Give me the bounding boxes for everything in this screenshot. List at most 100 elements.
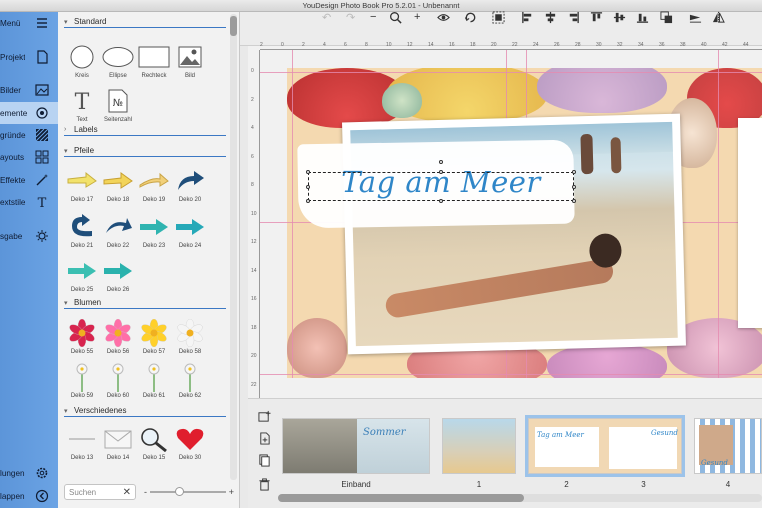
distribute-button[interactable]: [689, 9, 702, 25]
element-deko-flower[interactable]: Deko 61: [136, 362, 172, 402]
align-center-button[interactable]: [544, 9, 557, 25]
section-blumen-header[interactable]: ▾ Blumen: [64, 298, 226, 309]
strip-scroll-thumb[interactable]: [278, 494, 524, 502]
element-deko-arrow[interactable]: Deko 22: [100, 212, 136, 252]
align-left-button[interactable]: [521, 9, 534, 25]
rotate-button[interactable]: [464, 9, 477, 25]
sidebar-item-magic-wand[interactable]: Effekte: [0, 169, 58, 191]
element-deko-flower[interactable]: Deko 59: [64, 362, 100, 402]
element-deko-arrow[interactable]: Deko 19: [136, 166, 172, 206]
section-standard-header[interactable]: ▾ Standard: [64, 17, 226, 28]
sidebar-item-menu[interactable]: Menü: [0, 12, 58, 34]
section-labels-header[interactable]: › Labels: [64, 125, 226, 136]
sidebar-item-document[interactable]: Projekt: [0, 46, 58, 68]
element-deko-misc[interactable]: Deko 14: [100, 424, 136, 464]
element-deko-misc[interactable]: Deko 13: [64, 424, 100, 464]
insert-page-button[interactable]: [256, 430, 272, 446]
element-deko-arrow[interactable]: Deko 26: [100, 256, 136, 296]
align-bottom-button[interactable]: [636, 9, 649, 25]
clear-search-icon[interactable]: ✕: [123, 487, 131, 498]
menu-icon: [35, 16, 49, 30]
element-deko-flower[interactable]: Deko 60: [100, 362, 136, 402]
element-deko-arrow[interactable]: Deko 17: [64, 166, 100, 206]
element-deko-arrow[interactable]: Deko 18: [100, 166, 136, 206]
duplicate-page-button[interactable]: [256, 452, 272, 468]
resize-handle[interactable]: [439, 170, 443, 174]
element-page-number[interactable]: № Seitenzahl: [100, 86, 136, 126]
flower-icon: [100, 362, 136, 392]
element-deko-flower[interactable]: Deko 56: [100, 318, 136, 358]
element-deko-arrow[interactable]: Deko 25: [64, 256, 100, 296]
sidebar-item-collapse[interactable]: lappen: [0, 485, 58, 507]
zoom-fit-button[interactable]: [389, 9, 402, 25]
thumbnail-cover[interactable]: Sommer: [282, 418, 430, 474]
element-deko-misc[interactable]: Deko 30: [172, 424, 208, 464]
element-text[interactable]: T Text: [64, 86, 100, 126]
element-image[interactable]: Bild: [172, 42, 208, 82]
resize-handle[interactable]: [572, 199, 576, 203]
resize-handle[interactable]: [572, 185, 576, 189]
element-deko-arrow[interactable]: Deko 24: [172, 212, 208, 252]
thumbnail-page-4[interactable]: Gesund: [694, 418, 762, 474]
strip-scrollbar[interactable]: [278, 494, 762, 502]
tile-label: Deko 21: [70, 243, 94, 249]
sidebar-item-label: ayouts: [0, 152, 25, 162]
element-deko-arrow[interactable]: Deko 23: [136, 212, 172, 252]
sidebar-item-output[interactable]: sgabe: [0, 225, 58, 247]
section-pfeile-header[interactable]: ▾ Pfeile: [64, 146, 226, 157]
element-deko-arrow[interactable]: Deko 21: [64, 212, 100, 252]
element-ellipse[interactable]: Ellipse: [100, 42, 136, 82]
group-button[interactable]: [492, 9, 505, 25]
element-deko-arrow[interactable]: Deko 20: [172, 166, 208, 206]
zoom-knob[interactable]: [174, 487, 184, 496]
sidebar-item-settings[interactable]: lungen: [0, 462, 58, 484]
sidebar-item-layouts[interactable]: ayouts: [0, 146, 58, 168]
right-photo-frame[interactable]: [738, 118, 762, 328]
thumbnail-spread-2-3[interactable]: Tag am Meer Gesund: [525, 415, 685, 477]
sidebar-item-backgrounds[interactable]: gründe: [0, 124, 58, 146]
person-silhouette: [580, 133, 594, 175]
arrange-button[interactable]: [660, 9, 673, 25]
resize-handle[interactable]: [306, 170, 310, 174]
add-page-button[interactable]: [256, 408, 272, 424]
delete-page-button[interactable]: [256, 476, 272, 492]
element-circle[interactable]: Kreis: [64, 42, 100, 82]
element-deko-misc[interactable]: Deko 15: [136, 424, 172, 464]
element-deko-flower[interactable]: Deko 57: [136, 318, 172, 358]
sidebar-item-text-style[interactable]: extstile T: [0, 191, 58, 213]
flip-button[interactable]: [712, 9, 725, 25]
zoom-out-button[interactable]: −: [370, 9, 376, 25]
ruler-tick-label: 0: [281, 42, 284, 48]
rotate-handle[interactable]: [439, 160, 443, 164]
ruler-tick-label: 44: [743, 42, 749, 48]
resize-handle[interactable]: [572, 170, 576, 174]
resize-handle[interactable]: [306, 185, 310, 189]
search-input[interactable]: Suchen ✕: [64, 484, 136, 500]
panel-scrollbar[interactable]: [230, 14, 237, 480]
resize-handle[interactable]: [306, 199, 310, 203]
element-deko-flower[interactable]: Deko 62: [172, 362, 208, 402]
panel-scroll-thumb[interactable]: [230, 16, 237, 36]
tile-label: Deko 18: [106, 197, 130, 203]
align-right-button[interactable]: [567, 9, 580, 25]
zoom-track[interactable]: [150, 487, 226, 496]
element-rectangle[interactable]: Rechteck: [136, 42, 172, 82]
sidebar-item-image[interactable]: Bilder: [0, 79, 58, 101]
sidebar-item-elements[interactable]: ementе: [0, 102, 58, 124]
selection-box[interactable]: [308, 172, 574, 201]
element-deko-flower[interactable]: Deko 55: [64, 318, 100, 358]
zoom-in-button[interactable]: +: [414, 9, 420, 25]
section-verschiedenes-header[interactable]: ▾ Verschiedenes: [64, 406, 226, 417]
thumbnail-zoom-slider[interactable]: - +: [144, 486, 234, 498]
preview-button[interactable]: [437, 9, 450, 25]
thumbnail-page-1[interactable]: [442, 418, 516, 474]
svg-text:T: T: [38, 196, 47, 209]
page-1-photo: [443, 419, 515, 473]
undo-button[interactable]: ↶: [322, 9, 331, 25]
element-deko-flower[interactable]: Deko 58: [172, 318, 208, 358]
resize-handle[interactable]: [439, 199, 443, 203]
align-top-button[interactable]: [590, 9, 603, 25]
align-middle-button[interactable]: [613, 9, 626, 25]
rectangle-shape-icon: [138, 46, 170, 68]
redo-button[interactable]: ↷: [346, 9, 355, 25]
